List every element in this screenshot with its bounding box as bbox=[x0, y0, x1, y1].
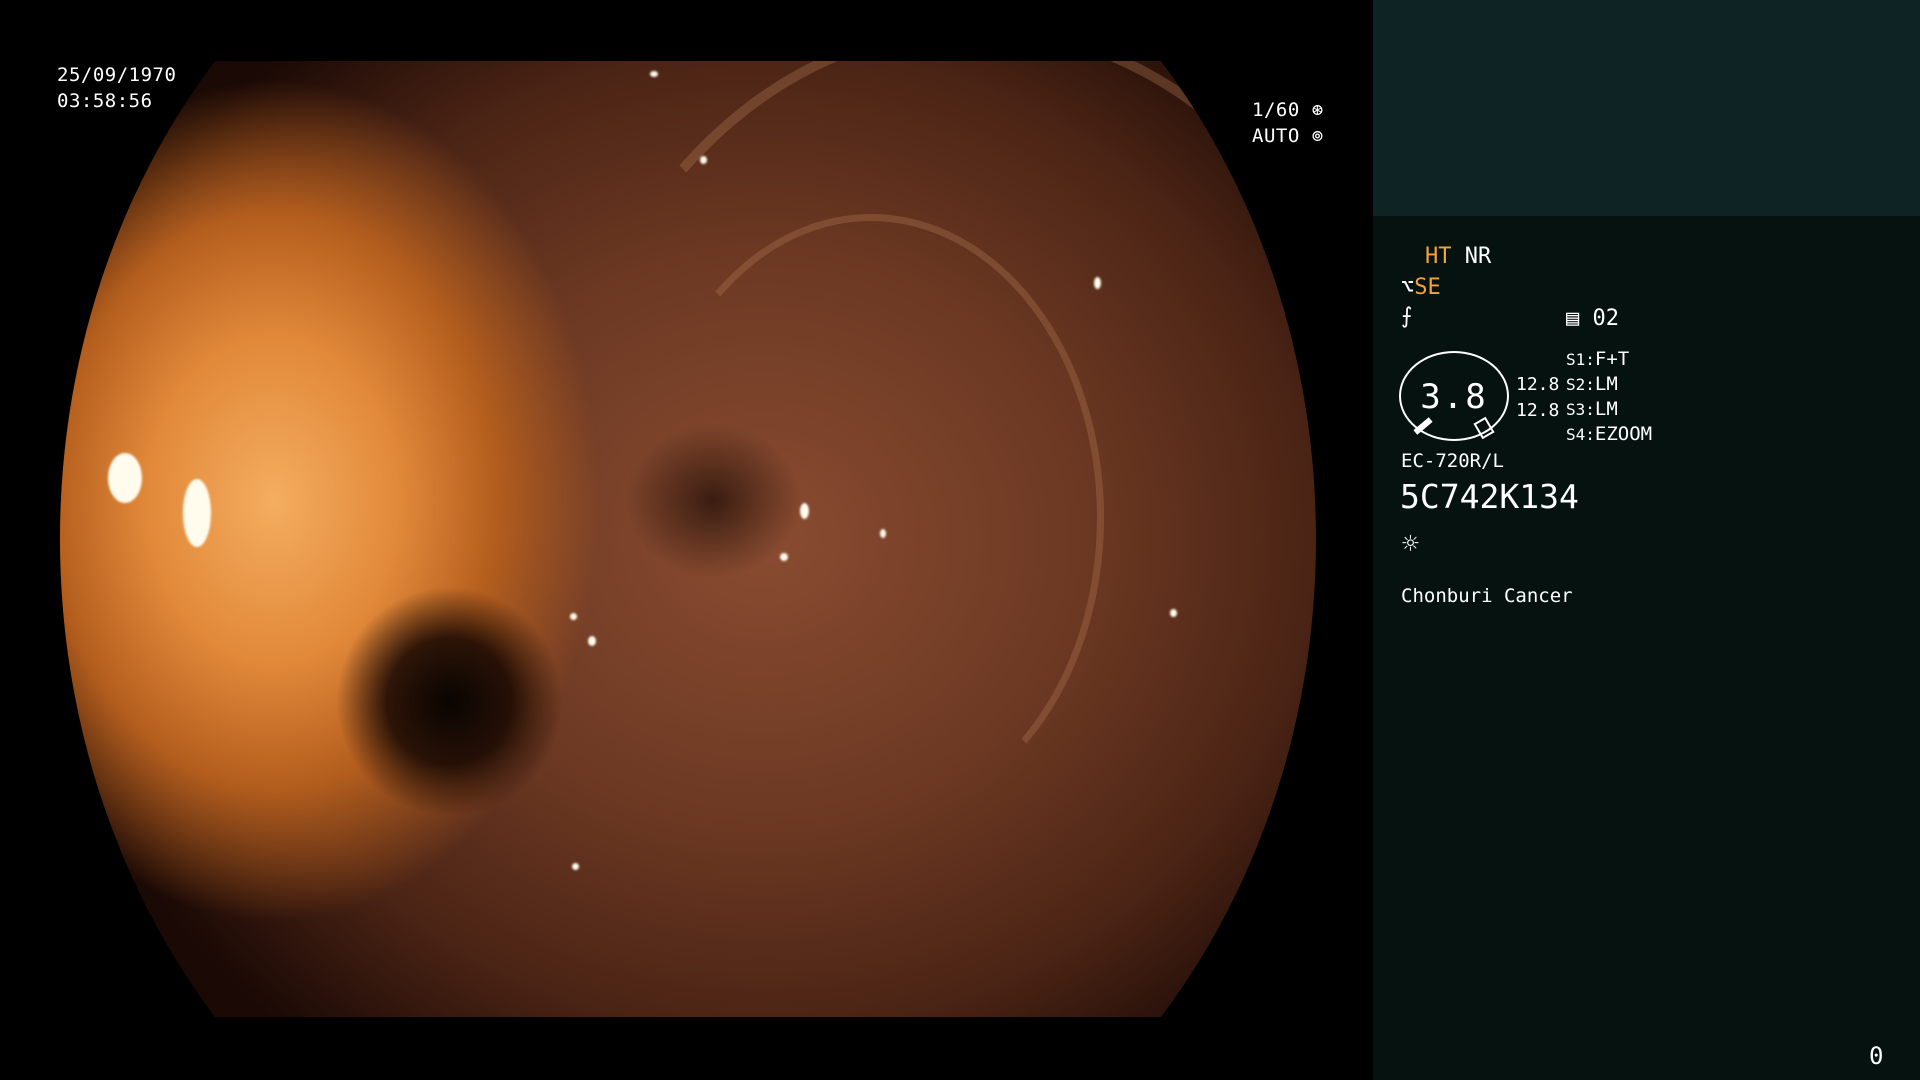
mode-ht: HT bbox=[1425, 244, 1452, 269]
switch-row: S2:LM bbox=[1566, 373, 1618, 395]
switch-key: S4 bbox=[1566, 425, 1586, 444]
gauge: 3.8 bbox=[1399, 351, 1509, 441]
image-mode-row: HT NR bbox=[1425, 243, 1491, 271]
switch-row: S4:EZOOM bbox=[1566, 423, 1653, 445]
light-reflection bbox=[780, 553, 788, 561]
gauge-marker-right bbox=[1473, 416, 1495, 440]
scope-serial: 5C742K134 bbox=[1400, 477, 1579, 516]
iris-mode: AUTO bbox=[1252, 125, 1300, 147]
endoscope-view: 25/09/1970 03:58:56 1/60 ⊛ AUTO ⊚ bbox=[0, 0, 1373, 1080]
switch-key: S3 bbox=[1566, 400, 1586, 419]
light-reflection bbox=[588, 636, 596, 646]
iris-row: AUTO ⊚ bbox=[1252, 123, 1324, 149]
memory-card-icon: ▤ bbox=[1566, 306, 1580, 331]
light-reflection bbox=[800, 503, 809, 519]
light-reflection bbox=[880, 529, 886, 538]
switch-row: S3:LM bbox=[1566, 398, 1618, 420]
switch-row: S1:F+T bbox=[1566, 348, 1630, 370]
switch-list: S1:F+T S2:LM S3:LM S4:EZOOM bbox=[1566, 347, 1652, 447]
value-bottom: 12.8 bbox=[1516, 400, 1560, 421]
light-reflection bbox=[570, 613, 577, 620]
light-reflection bbox=[650, 71, 658, 77]
memory-value: 02 bbox=[1592, 306, 1620, 331]
light-reflection bbox=[1094, 277, 1101, 289]
date-time: 25/09/1970 03:58:56 bbox=[57, 62, 176, 114]
mode-se: SE bbox=[1414, 275, 1441, 300]
scope-model: EC-720R/L bbox=[1401, 450, 1504, 472]
exposure-info: 1/60 ⊛ AUTO ⊚ bbox=[1252, 97, 1324, 149]
memory-row: ▤ 02 bbox=[1566, 305, 1619, 333]
gauge-value: 3.8 bbox=[1420, 377, 1488, 417]
switch-value: LM bbox=[1594, 373, 1618, 395]
mucosal-fold bbox=[637, 213, 1104, 821]
iris-icon: ⊚ bbox=[1311, 125, 1324, 147]
light-reflection bbox=[572, 863, 579, 870]
light-reflection bbox=[183, 479, 211, 547]
switch-key: S2 bbox=[1566, 375, 1586, 394]
exam-time: 03:58:56 bbox=[57, 90, 153, 112]
level-values: 12.8 12.8 bbox=[1516, 372, 1559, 424]
light-reflection bbox=[700, 156, 707, 164]
aperture-icon: ⊛ bbox=[1311, 99, 1324, 121]
shutter-speed: 1/60 bbox=[1252, 99, 1300, 121]
endoscopic-image bbox=[60, 61, 1316, 1017]
gauge-marker-left bbox=[1413, 417, 1433, 435]
hospital-name: Chonburi Cancer bbox=[1401, 585, 1573, 607]
light-reflection bbox=[1170, 609, 1177, 617]
exam-date: 25/09/1970 bbox=[57, 64, 177, 86]
switch-key: S1 bbox=[1566, 350, 1586, 369]
panel-header bbox=[1373, 0, 1920, 216]
frame-counter: 0 bbox=[1869, 1042, 1884, 1070]
structure-enhance-icon: ⌥ bbox=[1401, 275, 1415, 300]
switch-value: LM bbox=[1594, 398, 1618, 420]
light-reflection bbox=[108, 453, 142, 503]
switch-value: F+T bbox=[1594, 348, 1630, 370]
light-sun-icon: ☼ bbox=[1402, 527, 1419, 560]
value-top: 12.8 bbox=[1516, 374, 1560, 395]
switch-value: EZOOM bbox=[1594, 423, 1653, 445]
structure-row: ⌥SE bbox=[1401, 274, 1441, 302]
shutter-row: 1/60 ⊛ bbox=[1252, 97, 1324, 123]
gamma-curve-icon: ⨍ bbox=[1401, 304, 1413, 329]
info-panel: HT NR ⌥SE ⨍ ▤ 02 3.8 12.8 12.8 S1:F+T S2… bbox=[1373, 0, 1920, 1080]
mode-nr: NR bbox=[1464, 244, 1492, 269]
